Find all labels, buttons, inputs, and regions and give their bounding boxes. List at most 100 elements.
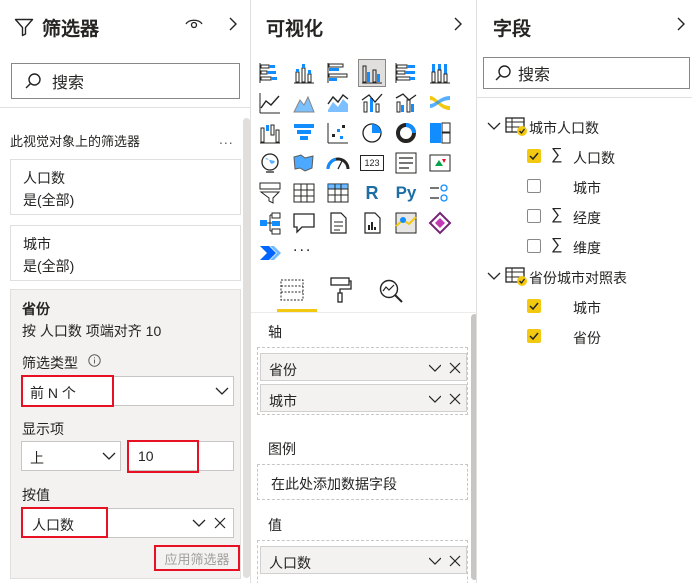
close-icon[interactable] — [449, 362, 461, 374]
table-name[interactable]: 城市人口数 — [529, 118, 599, 138]
eye-icon[interactable] — [185, 17, 203, 31]
azure-map-icon[interactable] — [393, 210, 419, 236]
fields-search-input[interactable]: 搜索 — [483, 57, 690, 89]
decomposition-tree-icon[interactable] — [257, 210, 283, 236]
matrix-icon[interactable] — [325, 180, 351, 206]
filter-card-population[interactable]: 人口数 是(全部) — [10, 159, 241, 215]
funnel-chart-icon[interactable] — [291, 120, 317, 146]
field-label[interactable]: 城市 — [573, 178, 601, 198]
close-icon[interactable] — [449, 393, 461, 405]
power-automate-icon[interactable] — [257, 240, 283, 266]
line-chart-icon[interactable] — [257, 90, 283, 116]
values-field-chip-population[interactable]: 人口数 — [260, 546, 467, 574]
field-label[interactable]: 人口数 — [573, 148, 615, 168]
apply-filter-button[interactable]: 应用筛选器 — [154, 545, 240, 571]
field-chip-label: 人口数 — [269, 555, 311, 571]
100-stacked-column-chart-icon[interactable] — [427, 60, 453, 86]
search-icon — [25, 73, 41, 89]
gauge-icon[interactable] — [325, 150, 351, 176]
close-icon[interactable] — [214, 517, 226, 529]
field-checkbox-population[interactable] — [527, 149, 541, 163]
kpi-icon[interactable] — [427, 150, 453, 176]
info-icon[interactable] — [88, 354, 101, 367]
chevron-right-icon[interactable] — [226, 13, 240, 35]
checkmark-icon — [529, 302, 539, 311]
waterfall-chart-icon[interactable] — [257, 120, 283, 146]
more-options-button[interactable]: ... — [219, 131, 234, 147]
legend-dropzone-placeholder: 在此处添加数据字段 — [271, 476, 397, 492]
ribbon-chart-icon[interactable] — [427, 90, 453, 116]
field-label[interactable]: 经度 — [573, 208, 601, 228]
visualizations-title: 可视化 — [266, 19, 324, 40]
axis-field-chip-province[interactable]: 省份 — [260, 353, 467, 381]
sigma-icon: ∑ — [551, 236, 563, 253]
clustered-column-chart-icon[interactable] — [358, 59, 386, 87]
filters-search-input[interactable]: 搜索 — [11, 63, 240, 99]
legend-dropzone[interactable]: 在此处添加数据字段 — [257, 464, 468, 500]
filter-icon — [14, 18, 34, 37]
field-checkbox-longitude[interactable] — [527, 209, 541, 223]
donut-chart-icon[interactable] — [393, 120, 419, 146]
active-tab-indicator — [277, 309, 317, 312]
field-label[interactable]: 维度 — [573, 238, 601, 258]
r-visual-icon[interactable]: R — [359, 180, 385, 206]
paint-roller-icon[interactable] — [329, 276, 353, 304]
treemap-icon[interactable] — [427, 120, 453, 146]
stacked-column-chart-icon[interactable] — [291, 60, 317, 86]
values-well-title: 值 — [268, 517, 282, 533]
chevron-right-icon[interactable] — [674, 13, 688, 35]
table-icon[interactable] — [291, 180, 317, 206]
field-checkbox-city[interactable] — [527, 179, 541, 193]
filters-scrollbar[interactable] — [243, 118, 250, 578]
multi-row-card-icon[interactable] — [393, 150, 419, 176]
map-icon[interactable] — [257, 150, 283, 176]
analytics-magnifier-icon[interactable] — [377, 278, 405, 304]
filter-card-name: 城市 — [23, 236, 51, 252]
filled-map-icon[interactable] — [291, 150, 317, 176]
sigma-icon: ∑ — [551, 206, 563, 223]
scatter-chart-icon[interactable] — [325, 120, 351, 146]
qa-visual-icon[interactable] — [291, 210, 317, 236]
100-stacked-bar-chart-icon[interactable] — [393, 60, 419, 86]
stacked-bar-chart-icon[interactable] — [257, 60, 283, 86]
field-label[interactable]: 城市 — [573, 298, 601, 318]
stacked-area-chart-icon[interactable] — [325, 90, 351, 116]
field-checkbox-latitude[interactable] — [527, 239, 541, 253]
highlight-box — [21, 507, 108, 538]
slicer-icon[interactable] — [257, 180, 283, 206]
python-visual-icon[interactable]: Py — [391, 180, 421, 206]
field-label[interactable]: 省份 — [573, 328, 601, 348]
filter-card-city[interactable]: 城市 是(全部) — [10, 225, 241, 281]
pie-chart-icon[interactable] — [359, 120, 385, 146]
power-apps-icon[interactable] — [427, 210, 453, 236]
chevron-down-icon[interactable] — [429, 555, 441, 567]
smart-narrative-icon[interactable] — [325, 210, 351, 236]
chevron-down-icon[interactable] — [192, 518, 206, 528]
chevron-down-icon — [215, 387, 229, 395]
field-checkbox-province[interactable] — [527, 329, 541, 343]
checkmark-icon — [529, 332, 539, 341]
paginated-report-icon[interactable] — [359, 210, 385, 236]
axis-field-chip-city[interactable]: 城市 — [260, 384, 467, 412]
card-icon[interactable]: 123 — [359, 150, 385, 176]
close-icon[interactable] — [449, 555, 461, 567]
chevron-right-icon[interactable] — [451, 13, 465, 35]
filter-card-value: 是(全部) — [23, 192, 75, 208]
axis-well-title: 轴 — [268, 324, 282, 340]
more-visuals-button[interactable]: ... — [293, 238, 312, 256]
key-influencers-icon[interactable] — [427, 180, 453, 206]
filter-type-label: 筛选类型 — [22, 355, 78, 371]
line-and-clustered-column-chart-icon[interactable] — [393, 90, 419, 116]
clustered-bar-chart-icon[interactable] — [325, 60, 351, 86]
chevron-down-icon[interactable] — [487, 271, 501, 281]
field-checkbox-city[interactable] — [527, 299, 541, 313]
line-and-stacked-column-chart-icon[interactable] — [359, 90, 385, 116]
area-chart-icon[interactable] — [291, 90, 317, 116]
chevron-down-icon[interactable] — [429, 362, 441, 374]
table-name[interactable]: 省份城市对照表 — [529, 268, 627, 288]
fields-tab-icon[interactable] — [279, 278, 305, 302]
highlight-box — [127, 440, 199, 473]
chevron-down-icon[interactable] — [429, 393, 441, 405]
direction-dropdown[interactable]: 上 — [21, 441, 121, 471]
chevron-down-icon[interactable] — [487, 121, 501, 131]
